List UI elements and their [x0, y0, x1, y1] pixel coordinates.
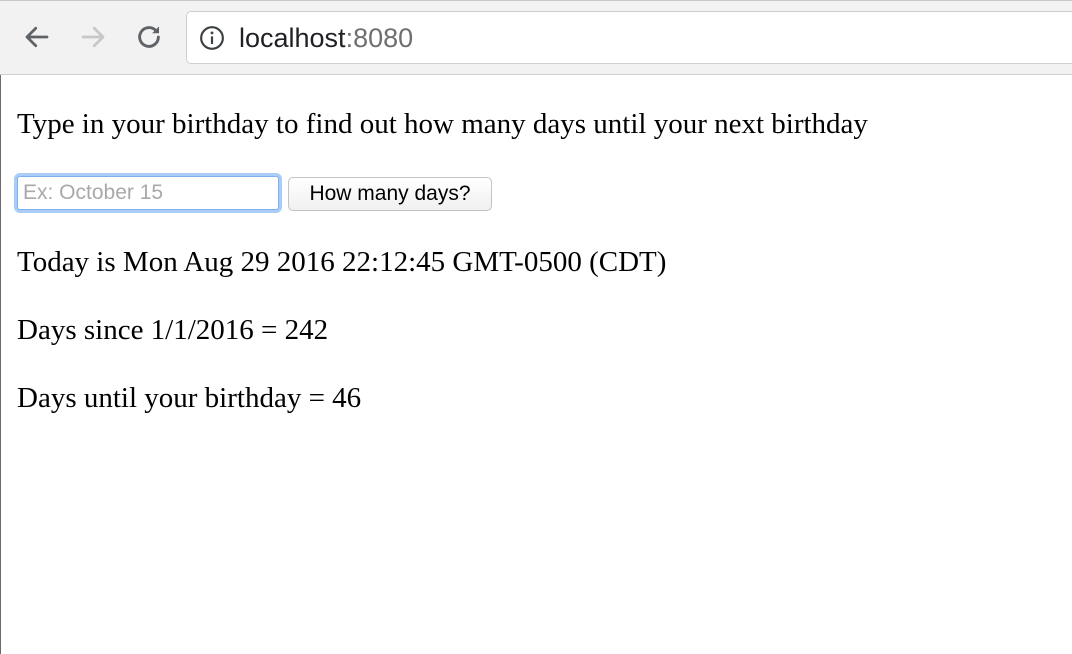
- back-button[interactable]: [20, 20, 54, 54]
- toolbar-divider: [0, 0, 1072, 1]
- arrow-left-icon: [25, 26, 49, 48]
- reload-icon: [138, 26, 160, 48]
- reload-button[interactable]: [132, 20, 166, 54]
- browser-toolbar: localhost:8080: [0, 0, 1072, 75]
- forward-button[interactable]: [76, 20, 110, 54]
- instruction-text: Type in your birthday to find out how ma…: [17, 108, 868, 140]
- window-edge: [0, 0, 1, 654]
- url-port: :8080: [345, 23, 414, 53]
- days-until-text: Days until your birthday = 46: [17, 382, 362, 414]
- birthday-input[interactable]: [17, 176, 279, 210]
- today-text: Today is Mon Aug 29 2016 22:12:45 GMT-05…: [17, 246, 667, 278]
- arrow-right-icon: [81, 26, 105, 48]
- days-since-text: Days since 1/1/2016 = 242: [17, 314, 329, 346]
- url-host: localhost: [239, 23, 346, 53]
- how-many-days-button[interactable]: How many days?: [288, 177, 492, 211]
- address-bar[interactable]: localhost:8080: [186, 11, 1072, 64]
- url-text[interactable]: localhost:8080: [239, 21, 413, 55]
- info-icon[interactable]: [199, 25, 225, 51]
